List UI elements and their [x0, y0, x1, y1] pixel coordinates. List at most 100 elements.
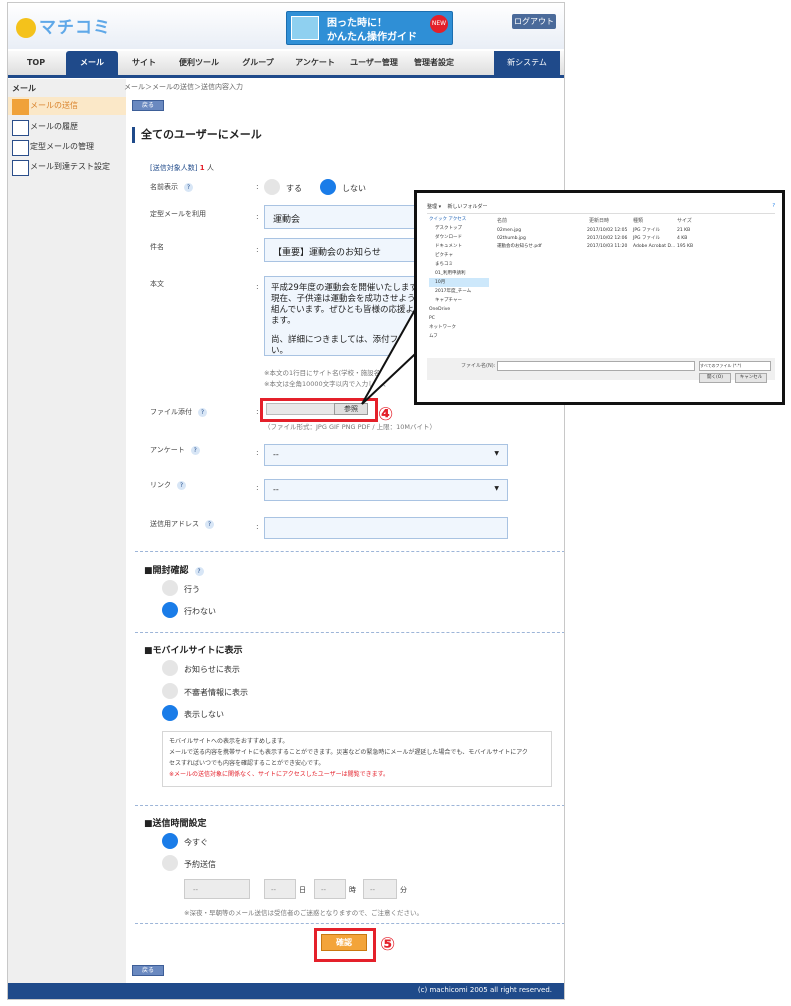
name-display-yes-label: する	[286, 184, 302, 193]
divider	[135, 805, 564, 806]
header: マチコミ 困った時に！ かんたん操作ガイド NEW ログアウト	[8, 3, 564, 49]
colon: :	[256, 483, 259, 492]
open-button[interactable]: 開く(O)	[699, 373, 731, 383]
nav-site[interactable]: サイト	[122, 51, 166, 75]
divider	[135, 551, 564, 552]
colon: :	[256, 245, 259, 254]
sidebar-item-mail-history[interactable]: メールの履歴	[8, 118, 126, 136]
colon: :	[256, 448, 259, 457]
nav-user-admin[interactable]: ユーザー管理	[344, 51, 404, 75]
send-scheduled-radio[interactable]	[162, 855, 178, 871]
tree-item[interactable]: ドキュメント	[429, 242, 489, 251]
file-row[interactable]: 運動会のお知らせ.pdf 2017/10/03 11:20 Adobe Acroba…	[497, 243, 737, 249]
colon: :	[256, 182, 259, 191]
send-now-radio[interactable]	[162, 833, 178, 849]
sidebar-heading: メール	[12, 84, 36, 93]
sidebar-item-delivery-test[interactable]: メール到達テスト設定	[8, 158, 126, 176]
col-size[interactable]: サイズ	[677, 217, 692, 224]
tree-item[interactable]: キャプチャー	[429, 296, 489, 305]
nav-mail[interactable]: メール	[66, 51, 118, 75]
name-display-no-radio[interactable]	[320, 179, 336, 195]
help-icon[interactable]: ?	[194, 567, 204, 576]
filetype-select[interactable]: すべてのファイル (*.*)	[699, 361, 771, 371]
mobile-suspicious-label: 不審者情報に表示	[184, 688, 248, 697]
sidebar-item-send-mail[interactable]: メールの送信	[8, 97, 126, 115]
help-icon[interactable]: ?	[205, 520, 214, 529]
browser-page: マチコミ 困った時に！ かんたん操作ガイド NEW ログアウト TOP メール …	[7, 2, 565, 1000]
page-title: 全てのユーザーにメール	[132, 127, 262, 143]
colon: :	[256, 212, 259, 221]
sender-address-input[interactable]	[264, 517, 508, 539]
confirm-button[interactable]: 確認	[321, 934, 367, 951]
tree-item[interactable]: OneDrive	[429, 305, 489, 314]
tree-item[interactable]: ネットワーク	[429, 323, 489, 332]
sidebar-item-template-mail[interactable]: 定型メールの管理	[8, 138, 126, 156]
nav-group[interactable]: グループ	[230, 51, 286, 75]
help-icon[interactable]: ?	[772, 203, 775, 209]
back-button-bottom[interactable]: 戻る	[132, 965, 164, 976]
mobile-news-radio[interactable]	[162, 660, 178, 676]
tree-item[interactable]: まちコミ	[429, 260, 489, 269]
tree-item[interactable]: デスクトップ	[429, 224, 489, 233]
tree-item[interactable]: ムフ	[429, 332, 489, 341]
nav-admin-settings[interactable]: 管理者設定	[406, 51, 462, 75]
name-display-yes-radio[interactable]	[264, 179, 280, 195]
col-name[interactable]: 名前	[497, 217, 507, 224]
link-label: リンク?	[150, 480, 186, 490]
reserve-date-select[interactable]: --	[184, 879, 250, 899]
tree-item[interactable]: ピクチャ	[429, 251, 489, 260]
help-icon[interactable]: ?	[177, 481, 186, 490]
mobile-none-label: 表示しない	[184, 710, 224, 719]
main-nav: TOP メール サイト 便利ツール グループ アンケート ユーザー管理 管理者設…	[8, 51, 564, 78]
dialog-cancel-button[interactable]: キャンセル	[735, 373, 767, 383]
reserve-day-select[interactable]: --	[264, 879, 296, 899]
tree-item[interactable]: ダウンロード	[429, 233, 489, 242]
tree-item[interactable]: クイック アクセス	[429, 215, 489, 224]
mobile-suspicious-radio[interactable]	[162, 683, 178, 699]
tree-item[interactable]: 01_利用申請利	[429, 269, 489, 278]
help-icon[interactable]: ?	[184, 183, 193, 192]
back-button-top[interactable]: 戻る	[132, 100, 164, 111]
file-path-field[interactable]	[266, 403, 336, 415]
file-row[interactable]: 02thumb.jpg 2017/10/02 12:06 JPG ファイル 4 KB	[497, 235, 737, 241]
mobile-none-radio[interactable]	[162, 705, 178, 721]
send-time-note: ※深夜・早朝等のメール送信は受信者のご迷惑となりますので、ご注意ください。	[184, 909, 423, 917]
logo-mark-icon	[16, 18, 36, 38]
help-icon[interactable]: ?	[190, 446, 200, 455]
open-confirm-no-label: 行わない	[184, 607, 216, 616]
col-date[interactable]: 更新日時	[589, 217, 609, 224]
divider	[135, 923, 564, 924]
new-system-button[interactable]: 新システム	[494, 51, 560, 75]
nav-tools[interactable]: 便利ツール	[170, 51, 228, 75]
chevron-down-icon: ▼	[494, 485, 499, 492]
tree-item[interactable]: 2017年度_チーム	[429, 287, 489, 296]
link-select[interactable]: -- ▼	[264, 479, 508, 501]
file-row[interactable]: 02men.jpg 2017/10/02 12:05 JPG ファイル 21 KB	[497, 227, 737, 233]
col-type[interactable]: 種類	[633, 217, 643, 224]
open-confirm-title: ■開封確認?	[144, 563, 204, 576]
filename-input[interactable]	[497, 361, 695, 371]
help-icon[interactable]: ?	[198, 408, 207, 417]
template-select[interactable]: 運動会	[264, 205, 424, 229]
tree-item[interactable]: PC	[429, 314, 489, 323]
sender-label: 送信用アドレス?	[150, 519, 214, 529]
guide-banner[interactable]: 困った時に！ かんたん操作ガイド NEW	[286, 11, 453, 45]
nav-survey[interactable]: アンケート	[288, 51, 342, 75]
survey-select[interactable]: -- ▼	[264, 444, 508, 466]
logout-button[interactable]: ログアウト	[512, 14, 556, 29]
attachment-label: ファイル添付?	[150, 407, 207, 417]
subject-input[interactable]: 【重要】運動会のお知らせ	[264, 238, 424, 262]
open-confirm-no-radio[interactable]	[162, 602, 178, 618]
recipients-count: [送信対象人数] 1 人	[150, 164, 214, 172]
organize-button[interactable]: 整理 ▾	[427, 204, 441, 210]
open-confirm-yes-radio[interactable]	[162, 580, 178, 596]
breadcrumb: メール＞メールの送信＞送信内容入力	[124, 83, 243, 91]
reserve-hour-select[interactable]: --	[314, 879, 346, 899]
nav-top[interactable]: TOP	[16, 51, 56, 75]
attachment-note: （ファイル形式：JPG GIF PNG PDF / 上限：10Mバイト）	[264, 423, 436, 431]
tree-item[interactable]: 10月	[429, 278, 489, 287]
logo[interactable]: マチコミ	[16, 13, 111, 38]
reserve-minute-select[interactable]: --	[363, 879, 397, 899]
divider	[135, 632, 564, 633]
new-folder-button[interactable]: 新しいフォルダー	[447, 204, 487, 210]
